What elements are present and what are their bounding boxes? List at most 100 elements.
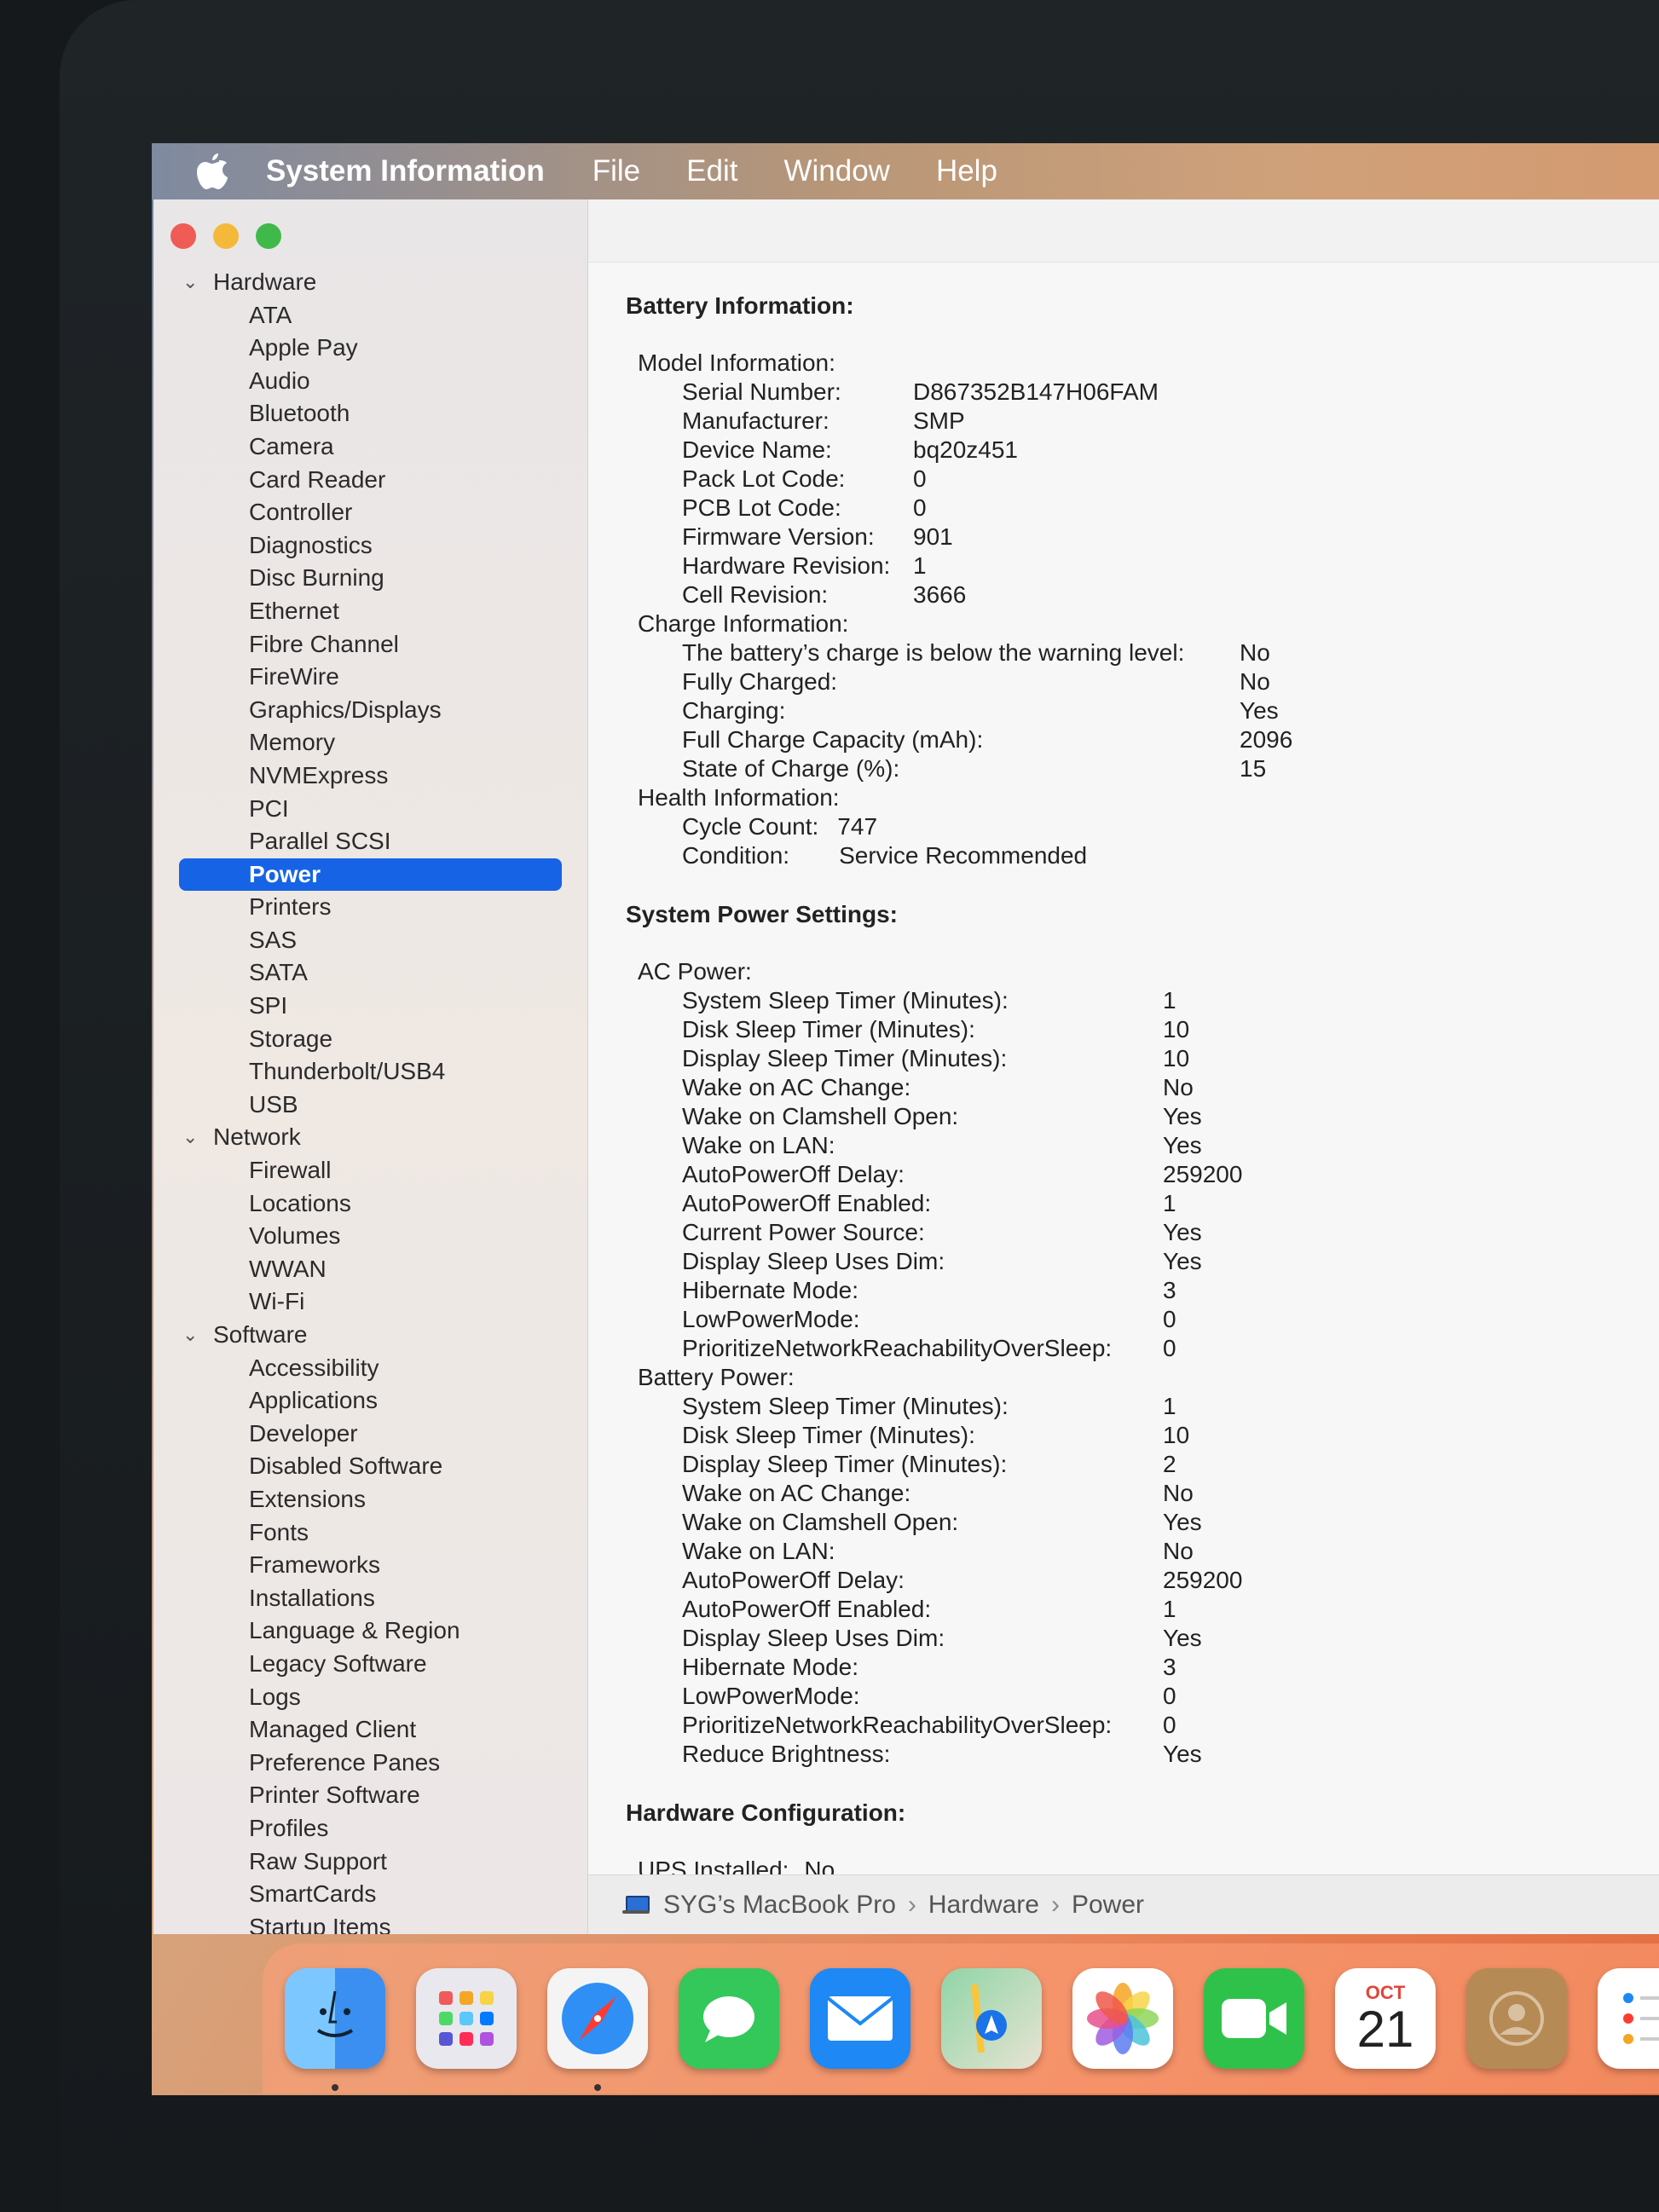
- info-row: AutoPowerOff Enabled: 1: [626, 1189, 1649, 1218]
- apple-icon[interactable]: [191, 150, 234, 193]
- info-value: 747: [837, 813, 878, 840]
- sidebar-item-camera[interactable]: Camera: [153, 430, 587, 464]
- sidebar-item-diagnostics[interactable]: Diagnostics: [153, 529, 587, 563]
- sidebar-item-firewall[interactable]: Firewall: [153, 1154, 587, 1187]
- info-value: 2: [1163, 1451, 1176, 1477]
- path-page[interactable]: Power: [1072, 1891, 1144, 1920]
- path-computer[interactable]: SYG’s MacBook Pro: [663, 1891, 896, 1920]
- info-value: Yes: [1163, 1248, 1202, 1274]
- menu-app-name[interactable]: System Information: [266, 154, 545, 188]
- sidebar-item-ethernet[interactable]: Ethernet: [153, 595, 587, 628]
- sidebar-item-accessibility[interactable]: Accessibility: [153, 1352, 587, 1385]
- sidebar-item-thunderbolt-usb4[interactable]: Thunderbolt/USB4: [153, 1055, 587, 1089]
- sidebar-item-language-region[interactable]: Language & Region: [153, 1614, 587, 1648]
- sidebar-item-installations[interactable]: Installations: [153, 1582, 587, 1615]
- close-button[interactable]: [171, 223, 196, 249]
- finder-icon[interactable]: [285, 1968, 385, 2091]
- sidebar-item-applications[interactable]: Applications: [153, 1384, 587, 1418]
- sidebar-item-card-reader[interactable]: Card Reader: [153, 464, 587, 497]
- chevron-down-icon[interactable]: ⌄: [182, 1319, 198, 1352]
- sidebar-item-disc-burning[interactable]: Disc Burning: [153, 562, 587, 595]
- info-row: PCB Lot Code: 0: [626, 494, 1649, 523]
- sidebar-item-profiles[interactable]: Profiles: [153, 1812, 587, 1845]
- sidebar-item-controller[interactable]: Controller: [153, 496, 587, 529]
- info-value: 1: [1163, 1393, 1176, 1419]
- info-value: 2096: [1240, 726, 1293, 753]
- sidebar-item-wwan[interactable]: WWAN: [153, 1253, 587, 1286]
- sidebar-item-raw-support[interactable]: Raw Support: [153, 1845, 587, 1879]
- menu-window[interactable]: Window: [783, 154, 889, 188]
- calendar-icon[interactable]: OCT 21: [1335, 1968, 1436, 2069]
- info-row: Charging: Yes: [626, 696, 1649, 725]
- sidebar-item-disabled-software[interactable]: Disabled Software: [153, 1450, 587, 1483]
- path-section[interactable]: Hardware: [928, 1891, 1039, 1920]
- info-value: 0: [1163, 1335, 1176, 1361]
- screen: System Information File Edit Window Help…: [152, 143, 1659, 2095]
- info-label: LowPowerMode:: [682, 1683, 860, 1709]
- maps-icon[interactable]: [941, 1968, 1042, 2069]
- info-value: 0: [1163, 1306, 1176, 1332]
- menu-file[interactable]: File: [592, 154, 640, 188]
- menu-help[interactable]: Help: [936, 154, 997, 188]
- sidebar-item-startup-items[interactable]: Startup Items: [153, 1911, 587, 1934]
- sidebar-item-extensions[interactable]: Extensions: [153, 1483, 587, 1516]
- reminders-icon[interactable]: [1598, 1968, 1659, 2069]
- sidebar-group-network[interactable]: ⌄ Network: [153, 1121, 587, 1154]
- chevron-down-icon[interactable]: ⌄: [182, 266, 198, 299]
- sidebar-item-volumes[interactable]: Volumes: [153, 1220, 587, 1253]
- sidebar-item-printer-software[interactable]: Printer Software: [153, 1779, 587, 1812]
- info-label: Firmware Version:: [682, 523, 875, 550]
- menu-edit[interactable]: Edit: [686, 154, 737, 188]
- sidebar-item-wi-fi[interactable]: Wi-Fi: [153, 1285, 587, 1319]
- facetime-icon[interactable]: [1204, 1968, 1304, 2069]
- sidebar-item-sas[interactable]: SAS: [153, 924, 587, 957]
- launchpad-icon[interactable]: [416, 1968, 517, 2069]
- sidebar-group-software[interactable]: ⌄ Software: [153, 1319, 587, 1352]
- sidebar-item-spi[interactable]: SPI: [153, 990, 587, 1023]
- sidebar-item-power[interactable]: Power: [179, 858, 562, 892]
- sidebar-item-ata[interactable]: ATA: [153, 299, 587, 332]
- sidebar-group-label: Hardware: [213, 269, 317, 295]
- sidebar-item-audio[interactable]: Audio: [153, 365, 587, 398]
- sidebar-item-logs[interactable]: Logs: [153, 1681, 587, 1714]
- path-bar: SYG’s MacBook Pro › Hardware › Power: [588, 1874, 1659, 1934]
- messages-icon[interactable]: [679, 1968, 779, 2069]
- battery-power-head: Battery Power:: [638, 1364, 795, 1390]
- health-information-head: Health Information:: [638, 784, 840, 811]
- photos-icon[interactable]: [1072, 1968, 1173, 2069]
- sidebar-item-pci[interactable]: PCI: [153, 793, 587, 826]
- mail-icon[interactable]: [810, 1968, 910, 2069]
- zoom-button[interactable]: [256, 223, 281, 249]
- sidebar-item-graphics-displays[interactable]: Graphics/Displays: [153, 694, 587, 727]
- sidebar-item-sata[interactable]: SATA: [153, 956, 587, 990]
- sidebar-item-smartcards[interactable]: SmartCards: [153, 1878, 587, 1911]
- info-value: No: [1163, 1480, 1194, 1506]
- sidebar-item-apple-pay[interactable]: Apple Pay: [153, 332, 587, 365]
- contacts-icon[interactable]: [1466, 1968, 1567, 2069]
- sidebar-item-parallel-scsi[interactable]: Parallel SCSI: [153, 825, 587, 858]
- sidebar-item-printers[interactable]: Printers: [153, 891, 587, 924]
- sidebar-item-frameworks[interactable]: Frameworks: [153, 1549, 587, 1582]
- info-value: 259200: [1163, 1161, 1243, 1187]
- sidebar-item-bluetooth[interactable]: Bluetooth: [153, 397, 587, 430]
- chevron-down-icon[interactable]: ⌄: [182, 1121, 198, 1154]
- sidebar-item-memory[interactable]: Memory: [153, 726, 587, 759]
- sidebar-item-locations[interactable]: Locations: [153, 1187, 587, 1221]
- info-row: Display Sleep Uses Dim: Yes: [626, 1247, 1649, 1276]
- minimize-button[interactable]: [213, 223, 239, 249]
- sidebar-group-hardware[interactable]: ⌄ Hardware: [153, 266, 587, 299]
- sidebar-item-usb[interactable]: USB: [153, 1089, 587, 1122]
- sidebar-item-fonts[interactable]: Fonts: [153, 1516, 587, 1550]
- sidebar-item-nvmexpress[interactable]: NVMExpress: [153, 759, 587, 793]
- sidebar-item-managed-client[interactable]: Managed Client: [153, 1713, 587, 1747]
- sidebar-item-legacy-software[interactable]: Legacy Software: [153, 1648, 587, 1681]
- sidebar-item-storage[interactable]: Storage: [153, 1023, 587, 1056]
- sidebar-item-preference-panes[interactable]: Preference Panes: [153, 1747, 587, 1780]
- info-row: Cycle Count: 747: [626, 812, 1649, 841]
- info-row: AutoPowerOff Delay: 259200: [626, 1566, 1649, 1595]
- sidebar-item-firewire[interactable]: FireWire: [153, 661, 587, 694]
- sidebar-item-fibre-channel[interactable]: Fibre Channel: [153, 628, 587, 661]
- sidebar-item-developer[interactable]: Developer: [153, 1418, 587, 1451]
- info-label: System Sleep Timer (Minutes):: [682, 987, 1009, 1014]
- safari-icon[interactable]: [547, 1968, 648, 2091]
